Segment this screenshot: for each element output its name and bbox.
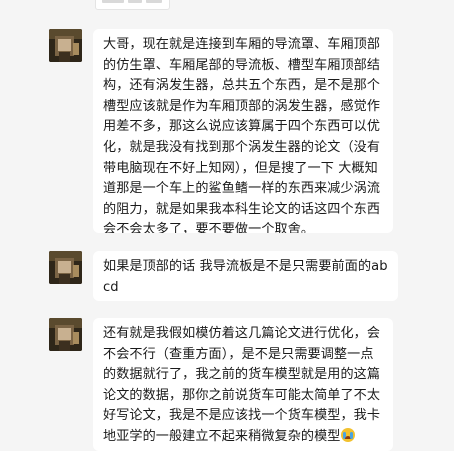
chat-message-area: 大哥，现在就是连接到车厢的导流罩、车厢顶部的仿生罩、车厢尾部的导流板、槽型车厢顶… xyxy=(0,0,454,451)
avatar-icon xyxy=(49,29,82,62)
message-text: 还有就是我假如模仿着这几篇论文进行优化，会不会不行（查重方面），是不是只需要调整… xyxy=(103,326,381,444)
message-bubble[interactable]: 还有就是我假如模仿着这几篇论文进行优化，会不会不行（查重方面），是不是只需要调整… xyxy=(93,318,393,451)
message-text: 大哥，现在就是连接到车厢的导流罩、车厢顶部的仿生罩、车厢尾部的导流板、槽型车厢顶… xyxy=(103,37,381,233)
previous-image-message[interactable] xyxy=(95,0,170,10)
avatar-icon xyxy=(49,251,82,284)
message-text: 如果是顶部的话 我导流板是不是只需要前面的abcd xyxy=(103,259,388,295)
avatar[interactable] xyxy=(49,251,82,284)
avatar[interactable] xyxy=(49,318,82,351)
message-bubble[interactable]: 如果是顶部的话 我导流板是不是只需要前面的abcd xyxy=(93,251,398,301)
avatar-icon xyxy=(49,318,82,351)
message-bubble[interactable]: 大哥，现在就是连接到车厢的导流罩、车厢顶部的仿生罩、车厢尾部的导流板、槽型车厢顶… xyxy=(93,29,393,233)
avatar[interactable] xyxy=(49,29,82,62)
crying-face-emoji-icon xyxy=(340,427,355,442)
